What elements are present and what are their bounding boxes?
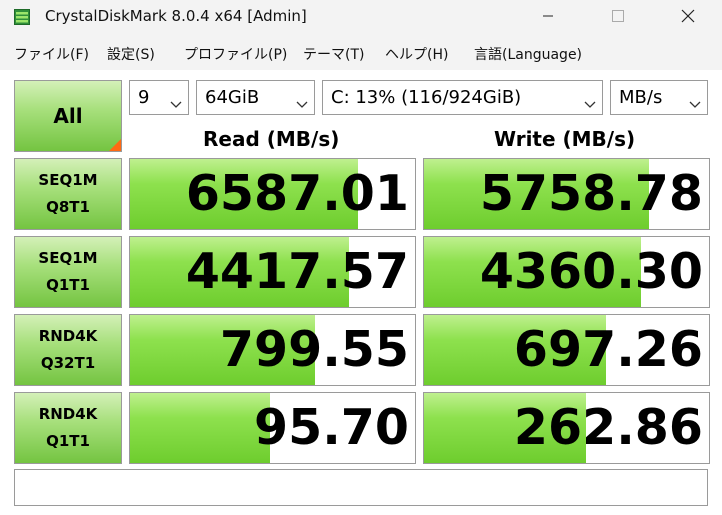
main-panel: All 9 64GiB C: 13% (116/924GiB) MB/s Rea…: [0, 70, 722, 515]
test-count-value: 9: [138, 87, 150, 108]
read-result-rnd4k-q1t1: 95.70: [129, 392, 416, 464]
test-size-select[interactable]: 64GiB: [196, 80, 315, 115]
test-label-line2: Q1T1: [46, 432, 90, 450]
test-size-value: 64GiB: [205, 87, 260, 108]
menu-profile[interactable]: プロファイル(P): [184, 44, 287, 64]
read-result-rnd4k-q32t1: 799.55: [129, 314, 416, 386]
read-result-seq1m-q1t1: 4417.57: [129, 236, 416, 308]
menu-theme[interactable]: テーマ(T): [303, 44, 364, 64]
write-value: 5758.78: [479, 165, 703, 222]
test-label-line1: SEQ1M: [38, 249, 98, 267]
chevron-down-icon: [296, 94, 308, 113]
title-bar: CrystalDiskMark 8.0.4 x64 [Admin]: [0, 0, 722, 36]
test-label-line1: SEQ1M: [38, 171, 98, 189]
test-button-rnd4k-q32t1[interactable]: RND4K Q32T1: [14, 314, 122, 386]
unit-select[interactable]: MB/s: [610, 80, 708, 115]
read-result-seq1m-q8t1: 6587.01: [129, 158, 416, 230]
read-value: 799.55: [219, 321, 409, 378]
chevron-down-icon: [584, 94, 596, 113]
test-label-line2: Q1T1: [46, 276, 90, 294]
menu-settings[interactable]: 設定(S): [107, 44, 155, 64]
test-button-seq1m-q1t1[interactable]: SEQ1M Q1T1: [14, 236, 122, 308]
read-column-header: Read (MB/s): [203, 127, 340, 151]
write-result-seq1m-q8t1: 5758.78: [423, 158, 710, 230]
all-tests-button[interactable]: All: [14, 80, 122, 152]
chevron-down-icon: [170, 94, 182, 113]
maximize-icon: [611, 9, 625, 23]
read-value: 95.70: [254, 399, 409, 456]
maximize-button[interactable]: [590, 0, 646, 32]
menu-file[interactable]: ファイル(F): [14, 44, 89, 64]
drive-select[interactable]: C: 13% (116/924GiB): [322, 80, 603, 115]
write-result-seq1m-q1t1: 4360.30: [423, 236, 710, 308]
all-button-corner-marker: [109, 139, 121, 151]
minimize-button[interactable]: [520, 0, 576, 32]
write-result-rnd4k-q1t1: 262.86: [423, 392, 710, 464]
menu-language[interactable]: 言語(Language): [474, 44, 582, 64]
write-value: 697.26: [513, 321, 703, 378]
comment-field[interactable]: [14, 469, 708, 506]
chevron-down-icon: [689, 94, 701, 113]
all-button-label: All: [53, 104, 83, 128]
close-icon: [681, 9, 695, 23]
window-title: CrystalDiskMark 8.0.4 x64 [Admin]: [45, 7, 307, 25]
crystaldiskmark-icon: [14, 9, 30, 25]
read-value: 6587.01: [185, 165, 409, 222]
close-button[interactable]: [660, 0, 716, 32]
menu-bar: ファイル(F) 設定(S) プロファイル(P) テーマ(T) ヘルプ(H) 言語…: [0, 37, 722, 69]
read-bar: [130, 393, 270, 463]
drive-value: C: 13% (116/924GiB): [331, 87, 522, 108]
test-label-line2: Q32T1: [40, 354, 96, 372]
write-column-header: Write (MB/s): [494, 127, 636, 151]
test-count-select[interactable]: 9: [129, 80, 189, 115]
write-value: 4360.30: [479, 243, 703, 300]
unit-value: MB/s: [619, 87, 663, 108]
write-value: 262.86: [513, 399, 703, 456]
test-button-seq1m-q8t1[interactable]: SEQ1M Q8T1: [14, 158, 122, 230]
write-result-rnd4k-q32t1: 697.26: [423, 314, 710, 386]
read-value: 4417.57: [185, 243, 409, 300]
menu-help[interactable]: ヘルプ(H): [385, 44, 448, 64]
minimize-icon: [542, 10, 554, 22]
test-button-rnd4k-q1t1[interactable]: RND4K Q1T1: [14, 392, 122, 464]
test-label-line2: Q8T1: [46, 198, 90, 216]
test-label-line1: RND4K: [38, 327, 98, 345]
test-label-line1: RND4K: [38, 405, 98, 423]
